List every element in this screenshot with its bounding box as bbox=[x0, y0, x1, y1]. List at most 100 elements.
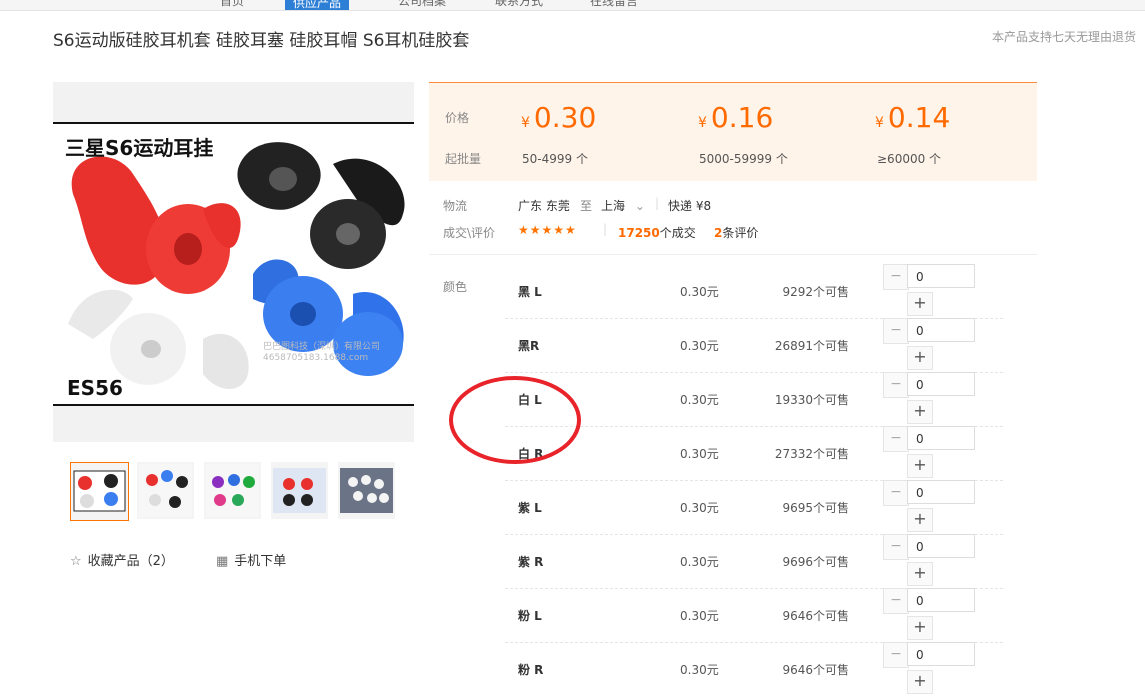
plus-button[interactable]: + bbox=[907, 346, 933, 370]
quantity-input[interactable]: 0 bbox=[907, 426, 975, 450]
variant-row: 粉 L 0.30元 9646个可售 − 0 + bbox=[505, 588, 1003, 643]
variant-row: 黑 L 0.30元 9292个可售 − 0 + bbox=[505, 264, 1003, 319]
variant-stock: 19330个可售 bbox=[774, 393, 849, 407]
variant-stock: 9292个可售 bbox=[782, 285, 849, 299]
quantity-input[interactable]: 0 bbox=[907, 480, 975, 504]
plus-button[interactable]: + bbox=[907, 670, 933, 694]
quantity-input[interactable]: 0 bbox=[907, 264, 975, 288]
nav-profile[interactable]: 公司档案 bbox=[398, 0, 446, 9]
variant-name: 粉 R bbox=[518, 663, 544, 677]
thumbnail-3[interactable] bbox=[204, 462, 261, 519]
deals-count[interactable]: 17250个成交 bbox=[618, 224, 696, 241]
variant-price: 0.30元 bbox=[680, 339, 719, 353]
quantity-stepper: − 0 + bbox=[883, 426, 977, 478]
quantity-stepper: − 0 + bbox=[883, 534, 977, 586]
variant-row: 紫 R 0.30元 9696个可售 − 0 + bbox=[505, 534, 1003, 589]
mobile-order-button[interactable]: ▦ 手机下单 bbox=[216, 550, 286, 569]
variant-stock: 27332个可售 bbox=[774, 447, 849, 461]
nav-contact[interactable]: 联系方式 bbox=[495, 0, 543, 9]
quantity-stepper: − 0 + bbox=[883, 588, 977, 640]
thumbnail-1-image bbox=[73, 470, 126, 512]
logistics-label: 物流 bbox=[443, 199, 468, 213]
nav-home[interactable]: 首页 bbox=[220, 0, 244, 9]
variant-row: 黑R 0.30元 26891个可售 − 0 + bbox=[505, 318, 1003, 373]
price-tier-2: ¥0.16 bbox=[698, 101, 774, 134]
variant-price: 0.30元 bbox=[680, 609, 719, 623]
plus-button[interactable]: + bbox=[907, 508, 933, 532]
quantity-input[interactable]: 0 bbox=[907, 372, 975, 396]
variant-stock: 9646个可售 bbox=[782, 609, 849, 623]
watermark-line-2: 4658705183.1688.com bbox=[263, 353, 369, 363]
minus-button[interactable]: − bbox=[883, 534, 909, 560]
plus-button[interactable]: + bbox=[907, 292, 933, 316]
minus-button[interactable]: − bbox=[883, 318, 909, 344]
minus-button[interactable]: − bbox=[883, 642, 909, 668]
image-caption-top: 三星S6运动耳挂 bbox=[65, 136, 214, 160]
section-divider bbox=[429, 254, 1037, 255]
ship-to-word: 至 bbox=[580, 199, 593, 213]
divider: | bbox=[655, 196, 660, 210]
color-label: 颜色 bbox=[443, 280, 468, 294]
nav-message[interactable]: 在线留言 bbox=[590, 0, 638, 9]
chevron-down-icon: ⌄ bbox=[634, 199, 645, 213]
quantity-input[interactable]: 0 bbox=[907, 642, 975, 666]
variant-stock: 9696个可售 bbox=[782, 555, 849, 569]
return-tip: 本产品支持七天无理由退货 bbox=[991, 30, 1136, 44]
plus-button[interactable]: + bbox=[907, 616, 933, 640]
variant-price: 0.30元 bbox=[680, 447, 719, 461]
thumbnail-5-image bbox=[340, 468, 393, 513]
variant-name: 紫 R bbox=[518, 555, 544, 569]
range-tier-1: 50-4999 个 bbox=[522, 152, 588, 166]
plus-button[interactable]: + bbox=[907, 400, 933, 424]
quantity-input[interactable]: 0 bbox=[907, 534, 975, 558]
quantity-input[interactable]: 0 bbox=[907, 318, 975, 342]
variant-row: 紫 L 0.30元 9695个可售 − 0 + bbox=[505, 480, 1003, 535]
favorite-button[interactable]: ☆ 收藏产品（2） bbox=[70, 550, 174, 569]
quantity-stepper: − 0 + bbox=[883, 264, 977, 316]
plus-button[interactable]: + bbox=[907, 454, 933, 478]
rating-stars-icon: ★★★★★ bbox=[518, 223, 577, 237]
minus-button[interactable]: − bbox=[883, 372, 909, 398]
ship-to-select[interactable]: 上海 ⌄ bbox=[601, 197, 645, 214]
thumbnail-2-image bbox=[139, 464, 192, 517]
thumbnail-4-image bbox=[273, 468, 326, 513]
quantity-input[interactable]: 0 bbox=[907, 588, 975, 612]
minus-button[interactable]: − bbox=[883, 264, 909, 290]
plus-button[interactable]: + bbox=[907, 562, 933, 586]
variant-name: 黑R bbox=[518, 339, 540, 353]
variant-price: 0.30元 bbox=[680, 555, 719, 569]
variant-row: 粉 R 0.30元 9646个可售 − 0 + bbox=[505, 642, 1003, 696]
quantity-stepper: − 0 + bbox=[883, 318, 977, 370]
variant-price: 0.30元 bbox=[680, 285, 719, 299]
quantity-stepper: − 0 + bbox=[883, 480, 977, 532]
watermark-line-1: 巴巴图科技（深圳）有限公司 bbox=[263, 342, 381, 352]
range-tier-3: ≥60000 个 bbox=[877, 152, 942, 166]
minus-button[interactable]: − bbox=[883, 426, 909, 452]
variant-stock: 9695个可售 bbox=[782, 501, 849, 515]
price-label: 价格 bbox=[445, 111, 470, 125]
thumbnail-5[interactable] bbox=[338, 462, 395, 519]
range-tier-2: 5000-59999 个 bbox=[699, 152, 788, 166]
top-nav: 首页 供应产品 公司档案 联系方式 在线留言 bbox=[0, 0, 1145, 11]
favorite-label: 收藏产品（2） bbox=[87, 554, 174, 569]
variant-name: 紫 L bbox=[518, 501, 542, 515]
nav-products[interactable]: 供应产品 bbox=[285, 0, 350, 10]
ship-from: 广东 东莞 bbox=[518, 199, 570, 213]
quantity-stepper: − 0 + bbox=[883, 642, 977, 694]
variant-stock: 26891个可售 bbox=[774, 339, 849, 353]
main-product-image[interactable]: 三星S6运动耳挂 ES56 巴巴图科技（深圳）有限公司 4658705183.1… bbox=[53, 82, 414, 442]
minus-button[interactable]: − bbox=[883, 588, 909, 614]
thumbnail-2[interactable] bbox=[137, 462, 194, 519]
variant-price: 0.30元 bbox=[680, 663, 719, 677]
moq-label: 起批量 bbox=[445, 152, 482, 166]
ship-to-value: 上海 bbox=[601, 199, 626, 213]
thumbnail-4[interactable] bbox=[271, 462, 328, 519]
variant-name: 白 R bbox=[518, 447, 544, 461]
variant-name: 粉 L bbox=[518, 609, 542, 623]
product-title: S6运动版硅胶耳机套 硅胶耳塞 硅胶耳帽 S6耳机硅胶套 bbox=[53, 31, 470, 51]
reviews-count[interactable]: 2条评价 bbox=[714, 224, 758, 241]
thumbnail-1[interactable] bbox=[70, 462, 129, 521]
minus-button[interactable]: − bbox=[883, 480, 909, 506]
price-tier-1: ¥0.30 bbox=[521, 101, 597, 134]
qr-code-icon: ▦ bbox=[216, 554, 229, 569]
